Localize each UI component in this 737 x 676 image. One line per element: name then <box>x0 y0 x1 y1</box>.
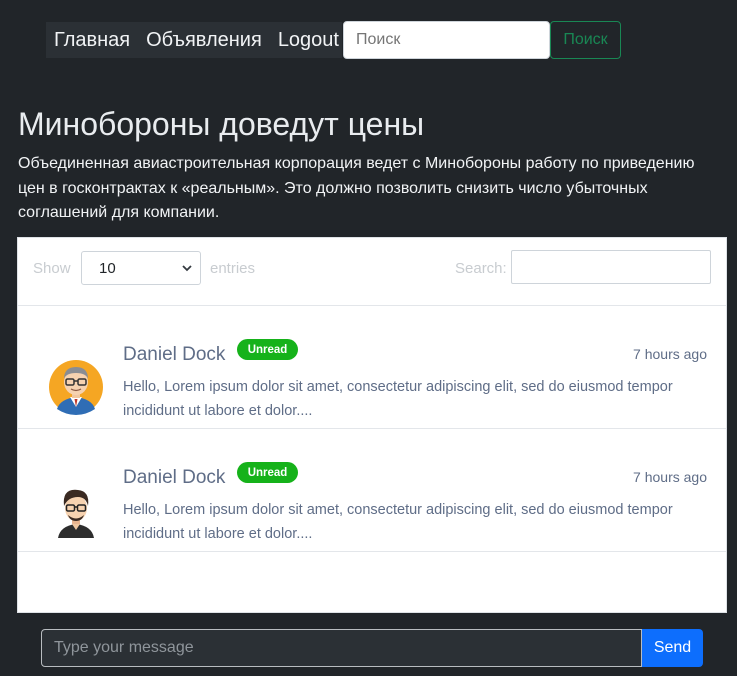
messages-panel: Show 10 entries Search: Daniel Dock Unre… <box>17 237 727 613</box>
page-title: Минобороны доведут цены <box>18 106 425 142</box>
nav-item-ads[interactable]: Объявления <box>138 29 270 52</box>
unread-badge: Unread <box>237 462 298 483</box>
search-input[interactable] <box>343 21 550 59</box>
entries-label: entries <box>210 260 256 277</box>
table-search-input[interactable] <box>511 250 711 284</box>
nav-item-logout[interactable]: Logout <box>270 29 347 52</box>
message-time: 7 hours ago <box>633 346 707 362</box>
message-time: 7 hours ago <box>633 469 707 485</box>
man-with-glasses-avatar-icon <box>49 360 103 415</box>
young-man-avatar-icon <box>58 489 94 538</box>
message-sender: Daniel Dock <box>123 467 226 488</box>
message-preview: Hello, Lorem ipsum dolor sit amet, conse… <box>123 379 673 419</box>
message-row[interactable]: Daniel Dock Unread 7 hours ago Hello, Lo… <box>18 429 726 552</box>
unread-badge: Unread <box>237 339 298 360</box>
send-button[interactable]: Send <box>642 629 703 667</box>
search-button[interactable]: Поиск <box>550 21 621 59</box>
message-preview: Hello, Lorem ipsum dolor sit amet, conse… <box>123 502 673 542</box>
top-nav: Главная Объявления Logout <box>46 22 342 58</box>
message-row[interactable]: Daniel Dock Unread 7 hours ago Hello, Lo… <box>18 306 726 429</box>
message-input[interactable] <box>41 629 642 667</box>
entries-length-value: 10 <box>99 259 116 277</box>
chevron-down-icon <box>182 265 192 272</box>
page-description: Объединенная авиастроительная корпорация… <box>18 155 695 221</box>
entries-length-select[interactable]: 10 <box>81 251 201 285</box>
table-controls: Show 10 entries Search: <box>18 238 726 306</box>
table-search-label: Search: <box>455 260 507 277</box>
nav-item-home[interactable]: Главная <box>46 29 138 52</box>
show-label: Show <box>33 260 71 277</box>
message-sender: Daniel Dock <box>123 344 226 365</box>
